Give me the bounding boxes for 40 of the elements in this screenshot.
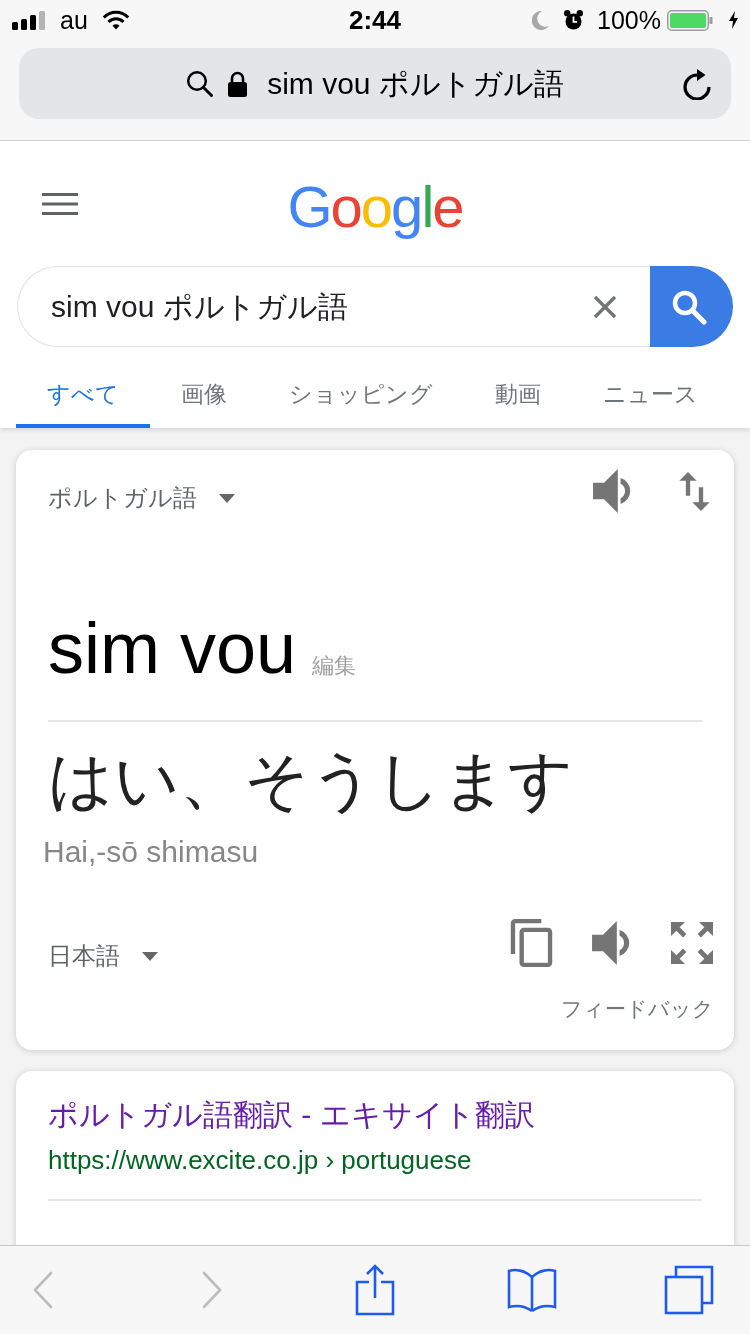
close-icon [593, 294, 617, 319]
copy-icon[interactable] [510, 919, 553, 967]
romanization-text: Hai,-sō shimasu [43, 837, 260, 867]
clock-time: 2:44 [348, 7, 401, 33]
share-icon[interactable] [355, 1264, 395, 1316]
search-button[interactable] [650, 266, 733, 347]
search-icon [670, 288, 707, 325]
wifi-icon [101, 10, 130, 30]
battery-icon [667, 9, 713, 31]
menu-icon[interactable] [42, 192, 78, 215]
search-tab[interactable]: 動画 [464, 360, 572, 428]
fullscreen-icon[interactable] [671, 922, 713, 964]
clear-button[interactable] [593, 294, 617, 319]
signal-icon [12, 10, 46, 30]
tabs-icon[interactable] [664, 1265, 714, 1315]
address-field[interactable]: sim vou ポルトガル語 [19, 48, 731, 119]
result-title-link[interactable]: ポルトガル語翻訳 - エキサイト翻訳 [48, 1095, 702, 1135]
alarm-clock-icon [564, 10, 584, 30]
search-tab[interactable]: 画像 [150, 360, 258, 428]
carrier-name: au [60, 7, 88, 33]
result-url: https://www.excite.co.jp › portuguese [48, 1144, 473, 1177]
search-tab[interactable]: すべて [16, 360, 150, 428]
book-icon[interactable] [507, 1267, 557, 1313]
caret-icon [142, 951, 158, 961]
search-tab[interactable]: ショッピング [258, 360, 464, 428]
battery-percentage: 100% [597, 7, 661, 33]
edit-link[interactable]: 編集 [312, 655, 357, 677]
source-language-dropdown[interactable]: ポルトガル語 [48, 486, 235, 510]
target-language-dropdown[interactable]: 日本語 [48, 941, 158, 971]
search-icon [186, 70, 214, 97]
translation-text: はい、そうします [48, 748, 575, 812]
swap-icon[interactable] [679, 471, 710, 511]
reload-icon[interactable] [682, 67, 712, 100]
search-tab[interactable]: ニュース [572, 360, 729, 428]
caret-icon [219, 493, 235, 503]
source-text: sim vou [48, 612, 297, 684]
lock-icon [227, 70, 249, 97]
feedback-link[interactable]: フィードバック [561, 995, 714, 1023]
charging-bolt-icon [729, 11, 738, 29]
moon-icon [532, 10, 550, 30]
